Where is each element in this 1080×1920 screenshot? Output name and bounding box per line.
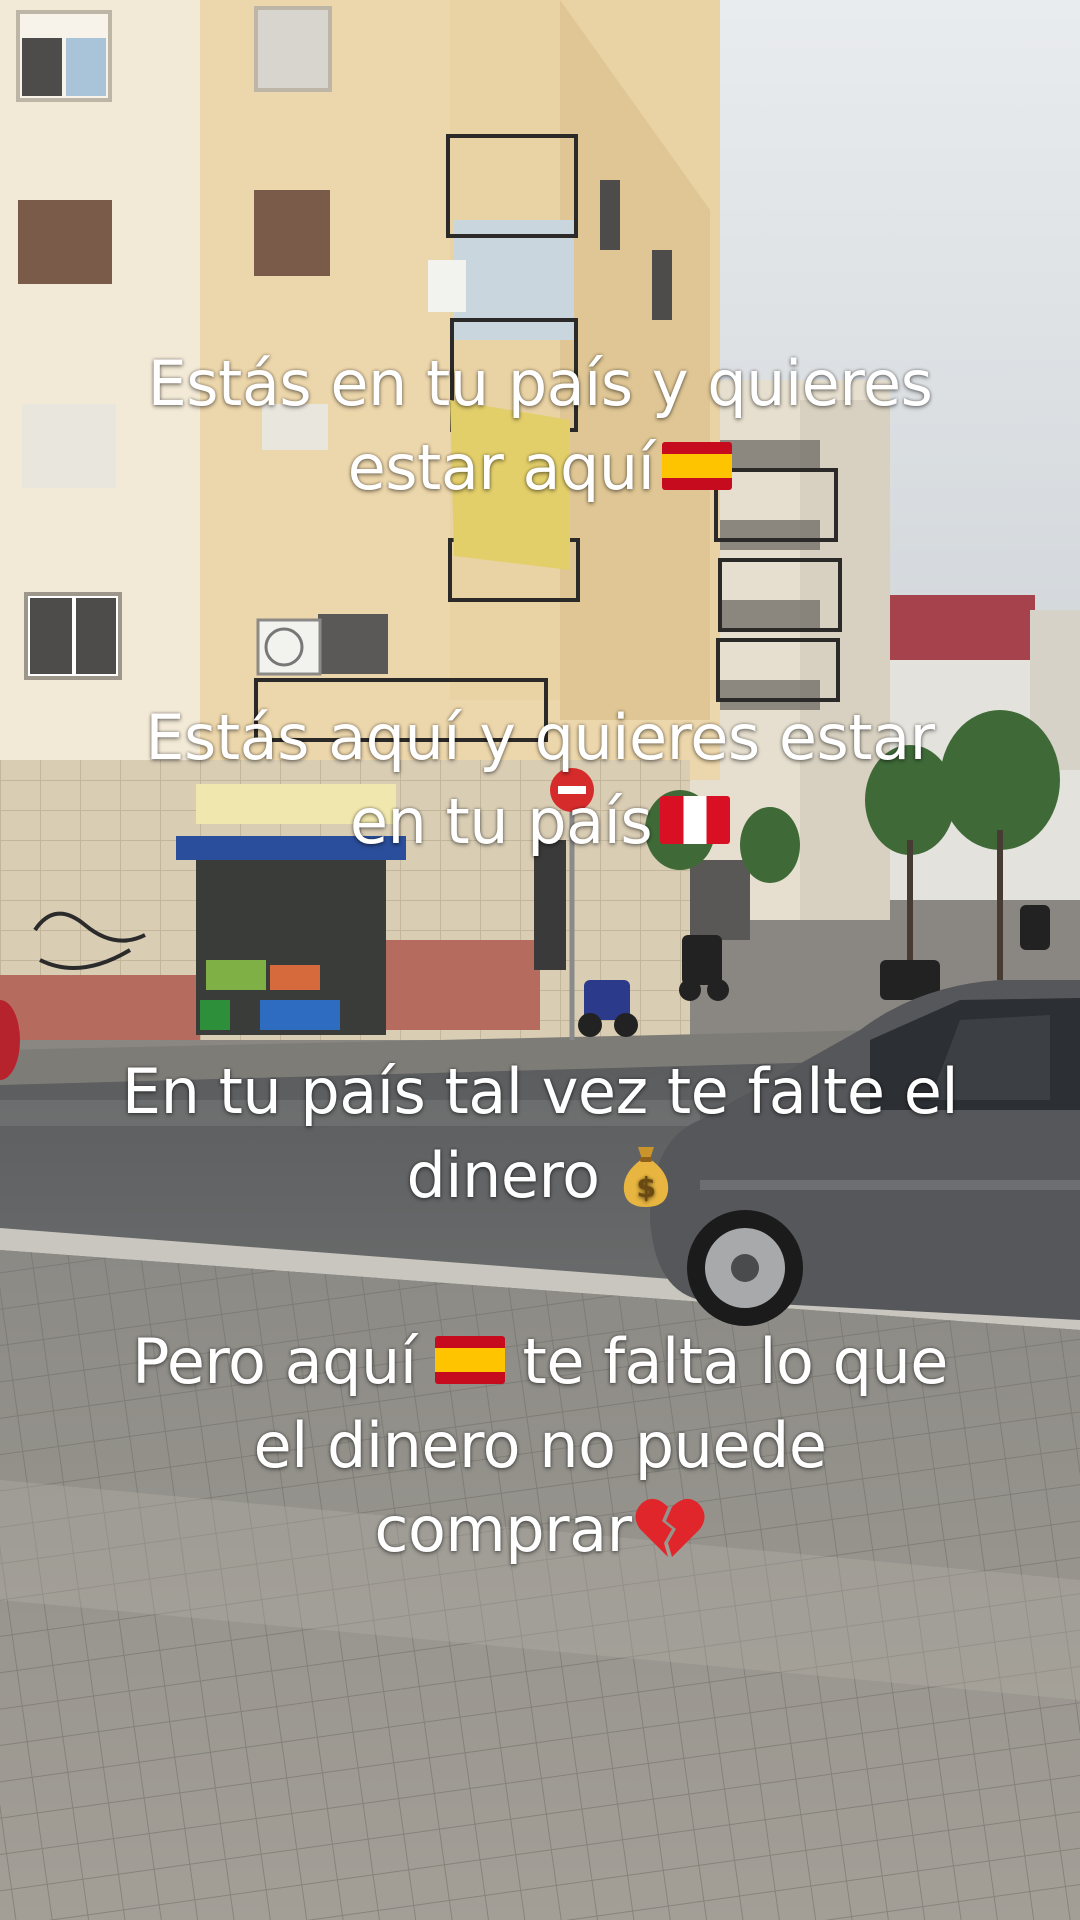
caption-4-line-1: Pero aquí te falta lo que [60,1320,1020,1404]
spain-flag-icon [662,441,733,490]
caption-2-line-2-text: en tu país [349,785,653,858]
caption-2-line-1: Estás aquí y quieres estar [145,701,935,774]
caption-1-line-2-text: estar aquí [347,431,655,504]
caption-3-line-2: dinero $ [60,1134,1020,1218]
caption-1-line-1: Estás en tu país y quieres [147,347,933,420]
peru-flag-icon [660,795,731,844]
caption-block-4: Pero aquí te falta lo que el dinero no pu… [60,1320,1020,1572]
caption-4-line-3: comprar [60,1488,1020,1572]
caption-4-line-3-text: comprar [374,1493,632,1566]
street-scene [0,0,1080,1920]
caption-3-line-2-text: dinero [406,1139,600,1212]
caption-1-line-2: estar aquí [60,426,1020,510]
caption-block-3: En tu país tal vez te falte el dinero $ [60,1050,1020,1218]
spain-flag-icon [434,1335,505,1384]
caption-block-2: Estás aquí y quieres estar en tu país [60,696,1020,864]
caption-4-line-1b: te falta lo que [522,1325,949,1398]
money-bag-icon: $ [623,1146,668,1207]
caption-4-line-1a: Pero aquí [132,1325,417,1398]
svg-text:$: $ [636,1171,655,1204]
caption-3-line-1: En tu país tal vez te falte el [121,1055,959,1128]
caption-block-1: Estás en tu país y quieres estar aquí [60,342,1020,510]
caption-4-line-2: el dinero no puede [253,1409,827,1482]
caption-2-line-2: en tu país [60,780,1020,864]
photo-background [0,0,1080,1920]
broken-heart-icon [635,1498,705,1557]
